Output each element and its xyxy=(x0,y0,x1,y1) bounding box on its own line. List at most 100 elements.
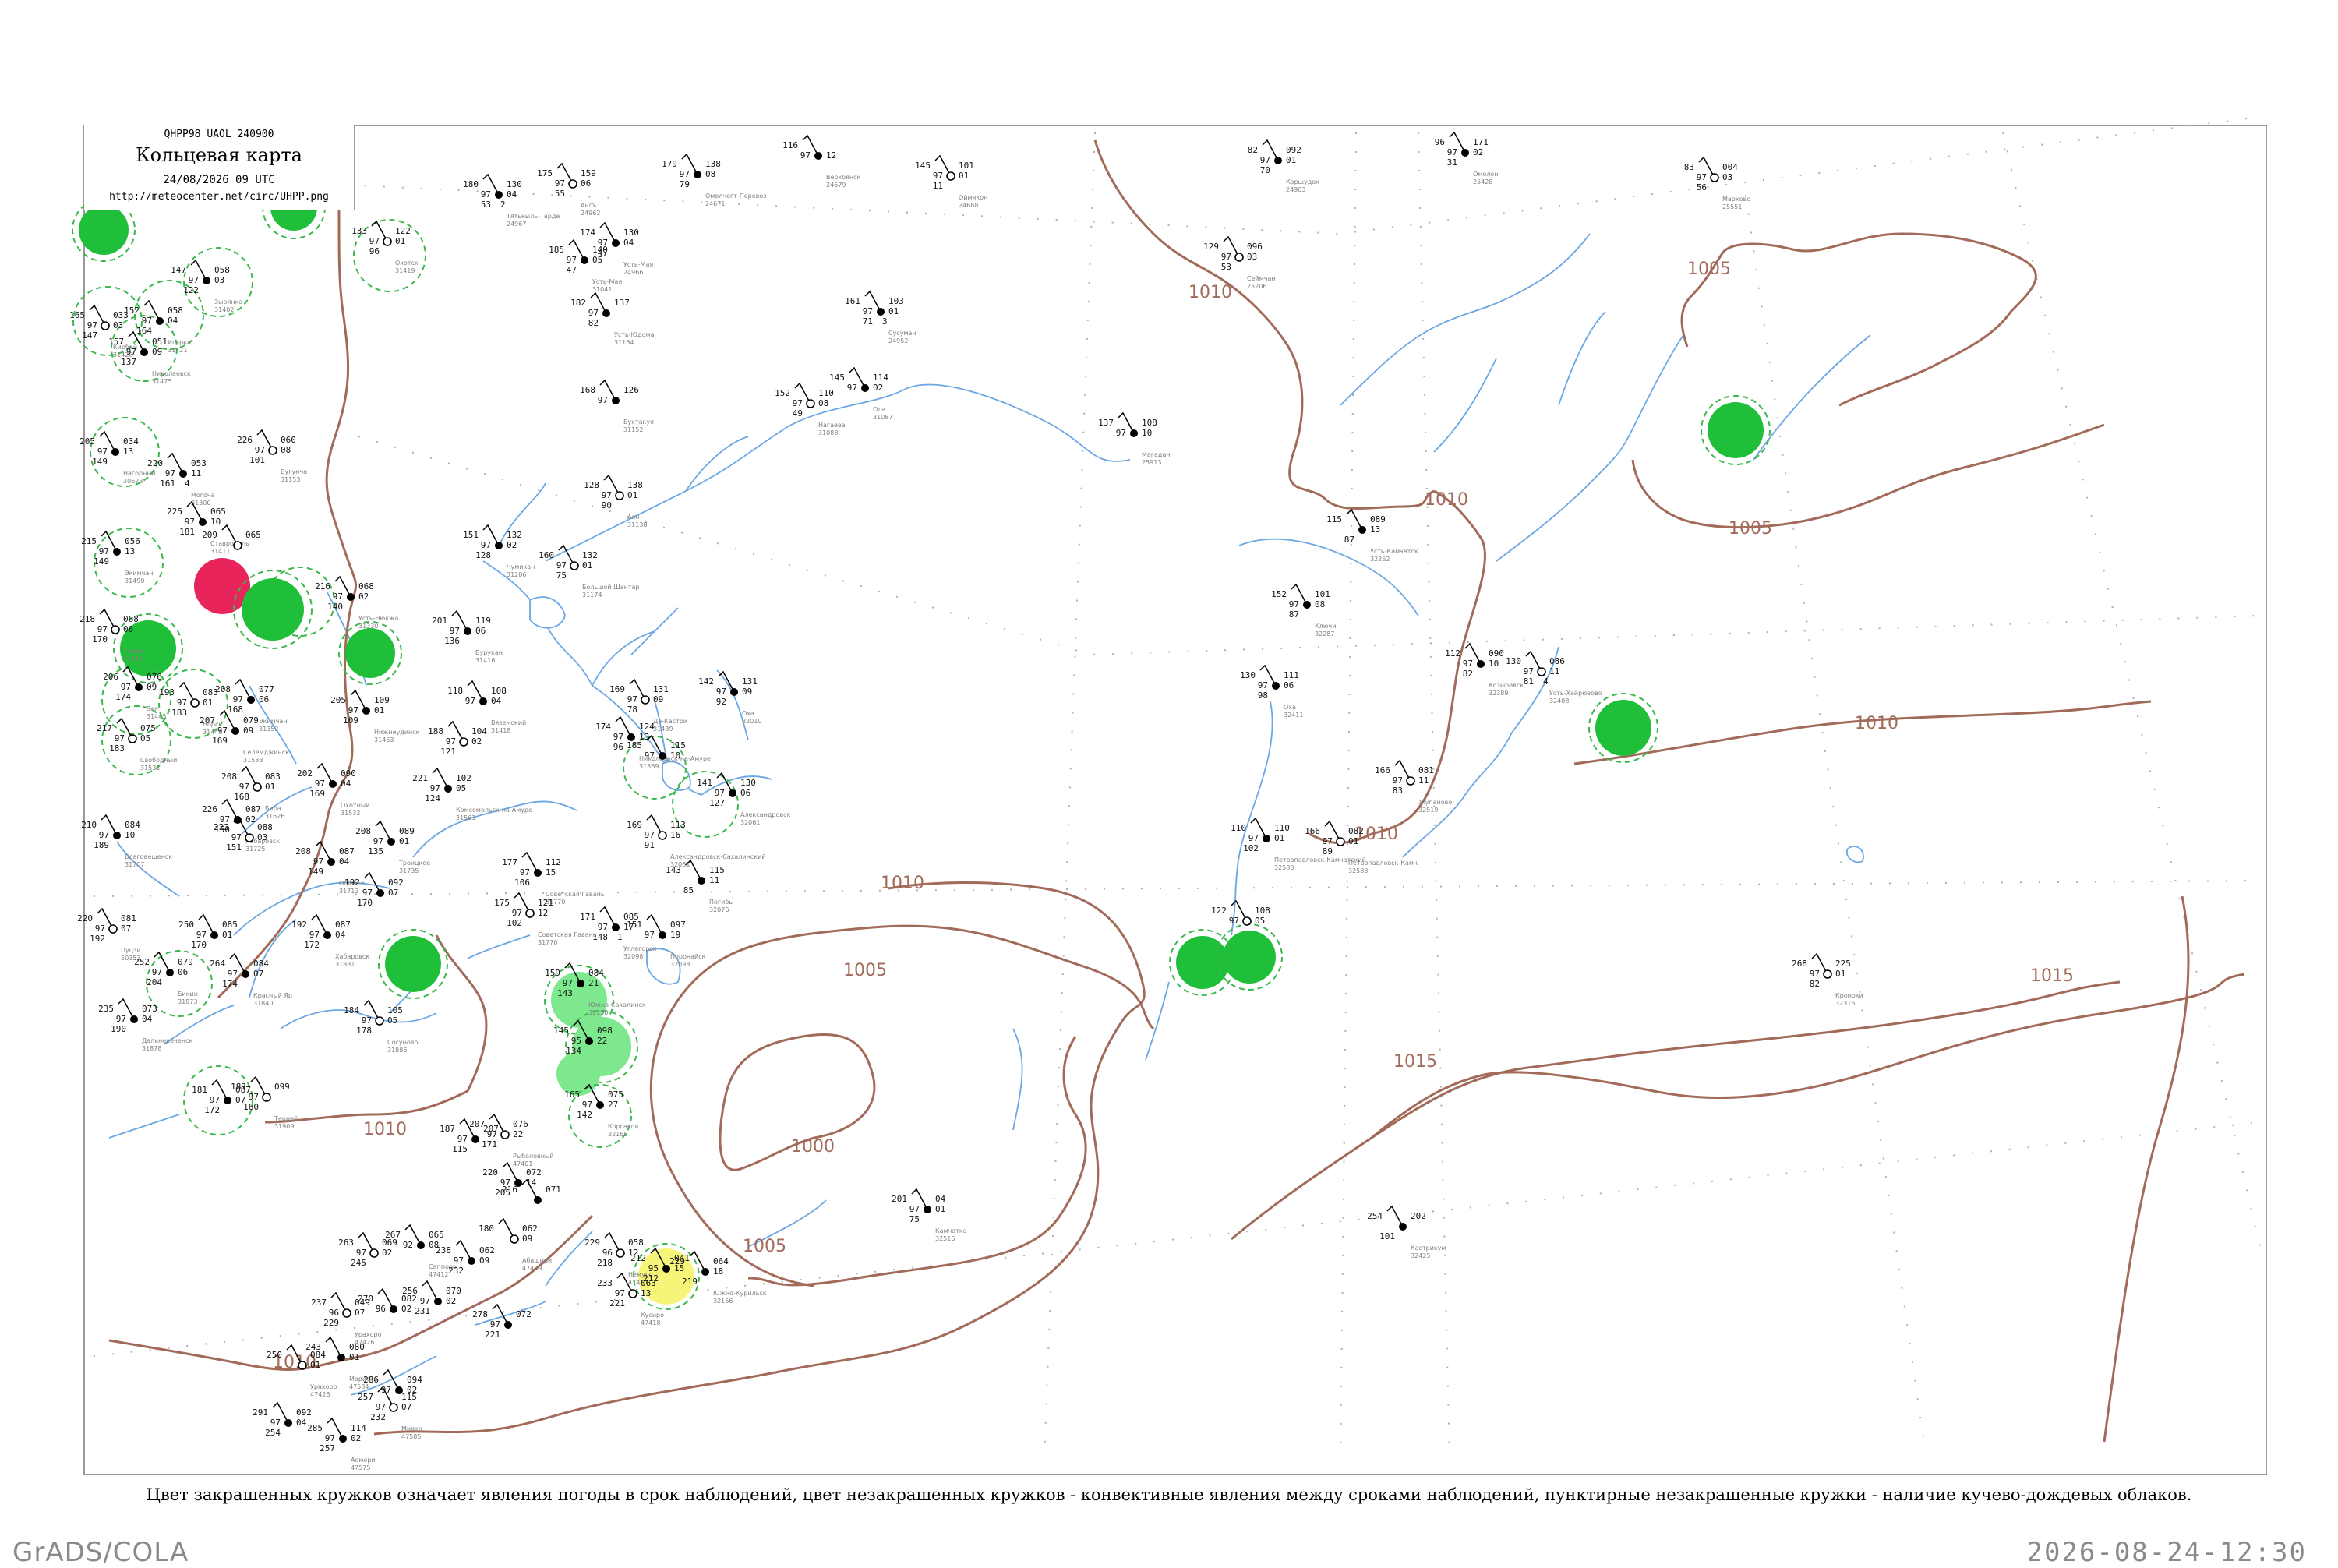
station-value-p: 084 xyxy=(125,820,140,830)
station-circle-icon xyxy=(369,1248,379,1258)
station-value-b: 01 xyxy=(627,490,637,500)
station-value-c: 245 xyxy=(351,1258,366,1268)
isobar-1005-north xyxy=(1680,232,2037,348)
station-value-b: 16 xyxy=(670,830,680,840)
station-id: 31886 xyxy=(387,1047,407,1054)
map-title-box: QHPP98 UAOL 240900 Кольцевая карта 24/08… xyxy=(84,125,355,210)
station-name: Мияко xyxy=(401,1425,422,1432)
station-id: 25913 xyxy=(1142,459,1161,466)
station-value-p: 084 xyxy=(310,1350,326,1360)
thunder-circle xyxy=(194,558,250,614)
station-value-a: 97 xyxy=(315,779,325,789)
station-name: Александровск xyxy=(740,811,790,818)
station-value-c: 137 xyxy=(121,357,136,367)
isobar-1015-east xyxy=(2103,895,2190,1443)
isobar-label: 1010 xyxy=(1855,714,1898,733)
station-value-p: 065 xyxy=(429,1230,444,1240)
station-value-b: 10 xyxy=(210,517,221,527)
station-value-a: 97 xyxy=(376,1402,386,1412)
station-value-p: 108 xyxy=(1142,418,1157,428)
station-name: Пуцзи xyxy=(121,947,141,954)
station-id: 31770 xyxy=(538,939,557,946)
station-circle-icon xyxy=(298,1361,307,1370)
station-value-p: 089 xyxy=(1370,514,1386,524)
station-id: 31138 xyxy=(627,521,647,528)
station-circle-icon xyxy=(233,541,242,550)
station-value-a: 97 xyxy=(126,347,136,357)
station-id: 24688 xyxy=(959,202,978,209)
isobar-1005-ring xyxy=(747,1036,1087,1287)
station-value-a: 97 xyxy=(454,1255,464,1266)
station-value-a: 92 xyxy=(403,1240,413,1250)
station-value-b: 22 xyxy=(513,1129,523,1139)
station-value-t: 96 xyxy=(1435,137,1445,147)
station-value-p: 132 xyxy=(582,550,598,560)
station-plot: 145 101 97 01 11 Оймякон24688 xyxy=(915,154,987,209)
station-circle-icon xyxy=(729,789,736,797)
station-id: 30673 xyxy=(123,478,143,485)
station-name: Игарка xyxy=(168,339,191,346)
station-value-b: 15 xyxy=(546,867,556,878)
station-value-t: 160 xyxy=(539,550,554,560)
software-label: GrADS/COLA xyxy=(12,1537,189,1568)
station-circle-icon xyxy=(347,593,355,601)
station-circle-icon xyxy=(495,191,503,199)
station-value-t: 168 xyxy=(580,385,595,395)
station-value-c: 106 xyxy=(514,878,530,888)
station-value-b: 04 xyxy=(341,779,351,789)
station-value-p: 112 xyxy=(546,857,561,867)
station-value-a: 95 xyxy=(648,1263,659,1273)
station-value-d: 1 xyxy=(617,932,623,942)
station-value-t: 181 xyxy=(192,1085,207,1095)
station-name: Охотск xyxy=(395,260,419,267)
station-id: 31088 xyxy=(818,429,838,436)
station-circle-icon xyxy=(342,1308,351,1318)
station-value-t: 169 xyxy=(609,684,625,694)
station-value-c: 81 xyxy=(1524,676,1534,687)
station-circle-icon xyxy=(504,1321,512,1329)
station-value-b: 09 xyxy=(742,687,752,697)
station-value-t: 220 xyxy=(147,458,163,468)
station-value-c: 170 xyxy=(92,634,108,645)
station-value-t: 225 xyxy=(167,507,182,517)
station-value-p: 068 xyxy=(123,614,139,624)
station-value-b: 07 xyxy=(388,888,398,898)
render-timestamp: 2026-08-24-12:30 xyxy=(2026,1537,2307,1568)
station-value-c: 192 xyxy=(90,934,105,944)
shower-circle xyxy=(1708,402,1764,458)
station-value-b: 06 xyxy=(1284,680,1294,690)
station-value-p: 092 xyxy=(1286,145,1301,155)
station-value-p: 225 xyxy=(1835,959,1851,969)
station-value-t: 142 xyxy=(698,676,714,687)
shower-circle xyxy=(242,578,304,641)
station-circle-icon xyxy=(1823,969,1832,979)
station-plot: 96 171 97 02 31 Омолон25428 xyxy=(1435,131,1498,185)
station-name: Урахоро xyxy=(355,1331,382,1338)
station-circle-icon xyxy=(694,171,701,178)
station-value-c: 90 xyxy=(602,500,612,510)
station-value-p: 159 xyxy=(581,168,596,178)
station-circle-icon xyxy=(199,518,207,526)
station-id: 31475 xyxy=(152,378,171,385)
station-value-c: 168 xyxy=(228,705,243,715)
station-value-d: 4 xyxy=(185,479,190,489)
station-value-t: 175 xyxy=(494,898,510,908)
station-value-a: 97 xyxy=(165,468,175,479)
station-value-b: 03 xyxy=(257,832,267,842)
station-value-p: 087 xyxy=(339,846,355,856)
station-value-p: 073 xyxy=(142,1004,157,1014)
station-value-b: 04 xyxy=(507,189,517,200)
station-value-b: 05 xyxy=(456,783,466,793)
station-plot: 188 104 97 02 121 xyxy=(428,720,487,757)
station-value-c: 49 xyxy=(793,408,803,418)
synoptic-map: 1000 1005 1005 1005 1005 1010 1010 1010 … xyxy=(69,116,2267,1475)
station-id: 31152 xyxy=(623,426,643,433)
station-plot: 201 119 97 06 136 Бурукан31416 xyxy=(432,609,503,664)
station-value-c: 82 xyxy=(1810,979,1820,989)
station-id: 31352 xyxy=(259,726,278,733)
station-plot: 166 082 97 01 89 Петропавловск-Камч.32583 xyxy=(1305,820,1419,874)
station-value-p: 122 xyxy=(395,226,411,236)
station-value-b: 01 xyxy=(222,930,232,940)
station-value-a: 97 xyxy=(512,908,522,918)
station-value-c: 96 xyxy=(613,742,623,752)
